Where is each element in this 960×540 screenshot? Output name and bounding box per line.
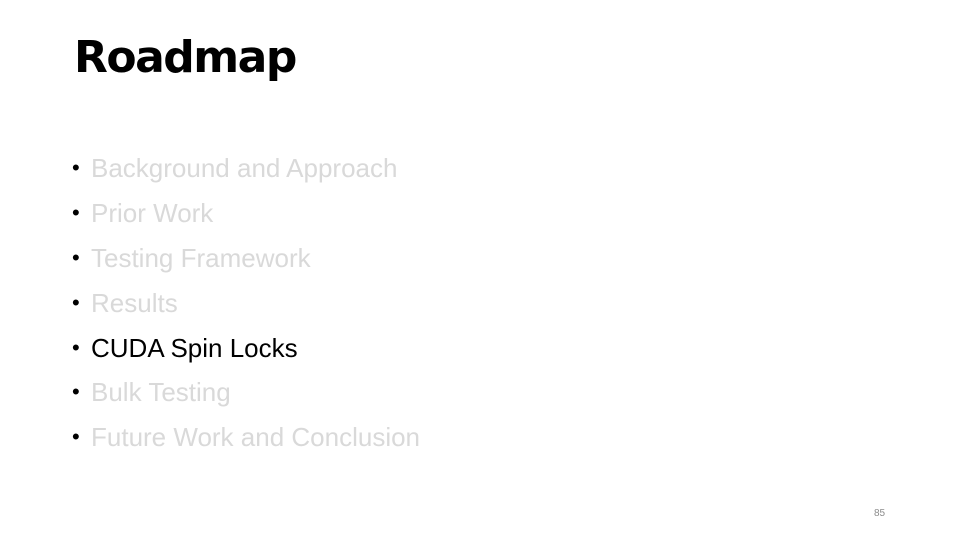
bullet-icon: •	[72, 155, 80, 181]
bullet-icon: •	[72, 379, 80, 405]
roadmap-item-label: Prior Work	[91, 198, 214, 229]
roadmap-item-label: Bulk Testing	[91, 377, 231, 408]
roadmap-item-prior-work: • Prior Work	[72, 191, 420, 236]
roadmap-item-testing-framework: • Testing Framework	[72, 236, 420, 281]
roadmap-item-future-work-and-conclusion: • Future Work and Conclusion	[72, 415, 420, 460]
slide-title: Roadmap	[74, 32, 297, 83]
roadmap-item-bulk-testing: • Bulk Testing	[72, 370, 420, 415]
bullet-icon: •	[72, 200, 80, 226]
roadmap-item-label-current: CUDA Spin Locks	[91, 332, 298, 363]
roadmap-item-label: Background and Approach	[91, 153, 398, 184]
bullet-icon: •	[72, 334, 80, 360]
roadmap-list: • Background and Approach • Prior Work •…	[72, 146, 420, 460]
page-number: 85	[874, 508, 886, 519]
roadmap-item-label: Results	[91, 287, 178, 318]
bullet-icon: •	[72, 289, 80, 315]
roadmap-item-label: Future Work and Conclusion	[91, 422, 421, 453]
bullet-icon: •	[72, 424, 80, 450]
roadmap-item-cuda-spin-locks: • CUDA Spin Locks	[72, 325, 420, 370]
roadmap-item-background-and-approach: • Background and Approach	[72, 146, 420, 191]
bullet-icon: •	[72, 244, 80, 270]
slide: Roadmap • Background and Approach • Prio…	[0, 0, 960, 540]
roadmap-item-results: • Results	[72, 280, 420, 325]
roadmap-item-label: Testing Framework	[91, 242, 311, 273]
